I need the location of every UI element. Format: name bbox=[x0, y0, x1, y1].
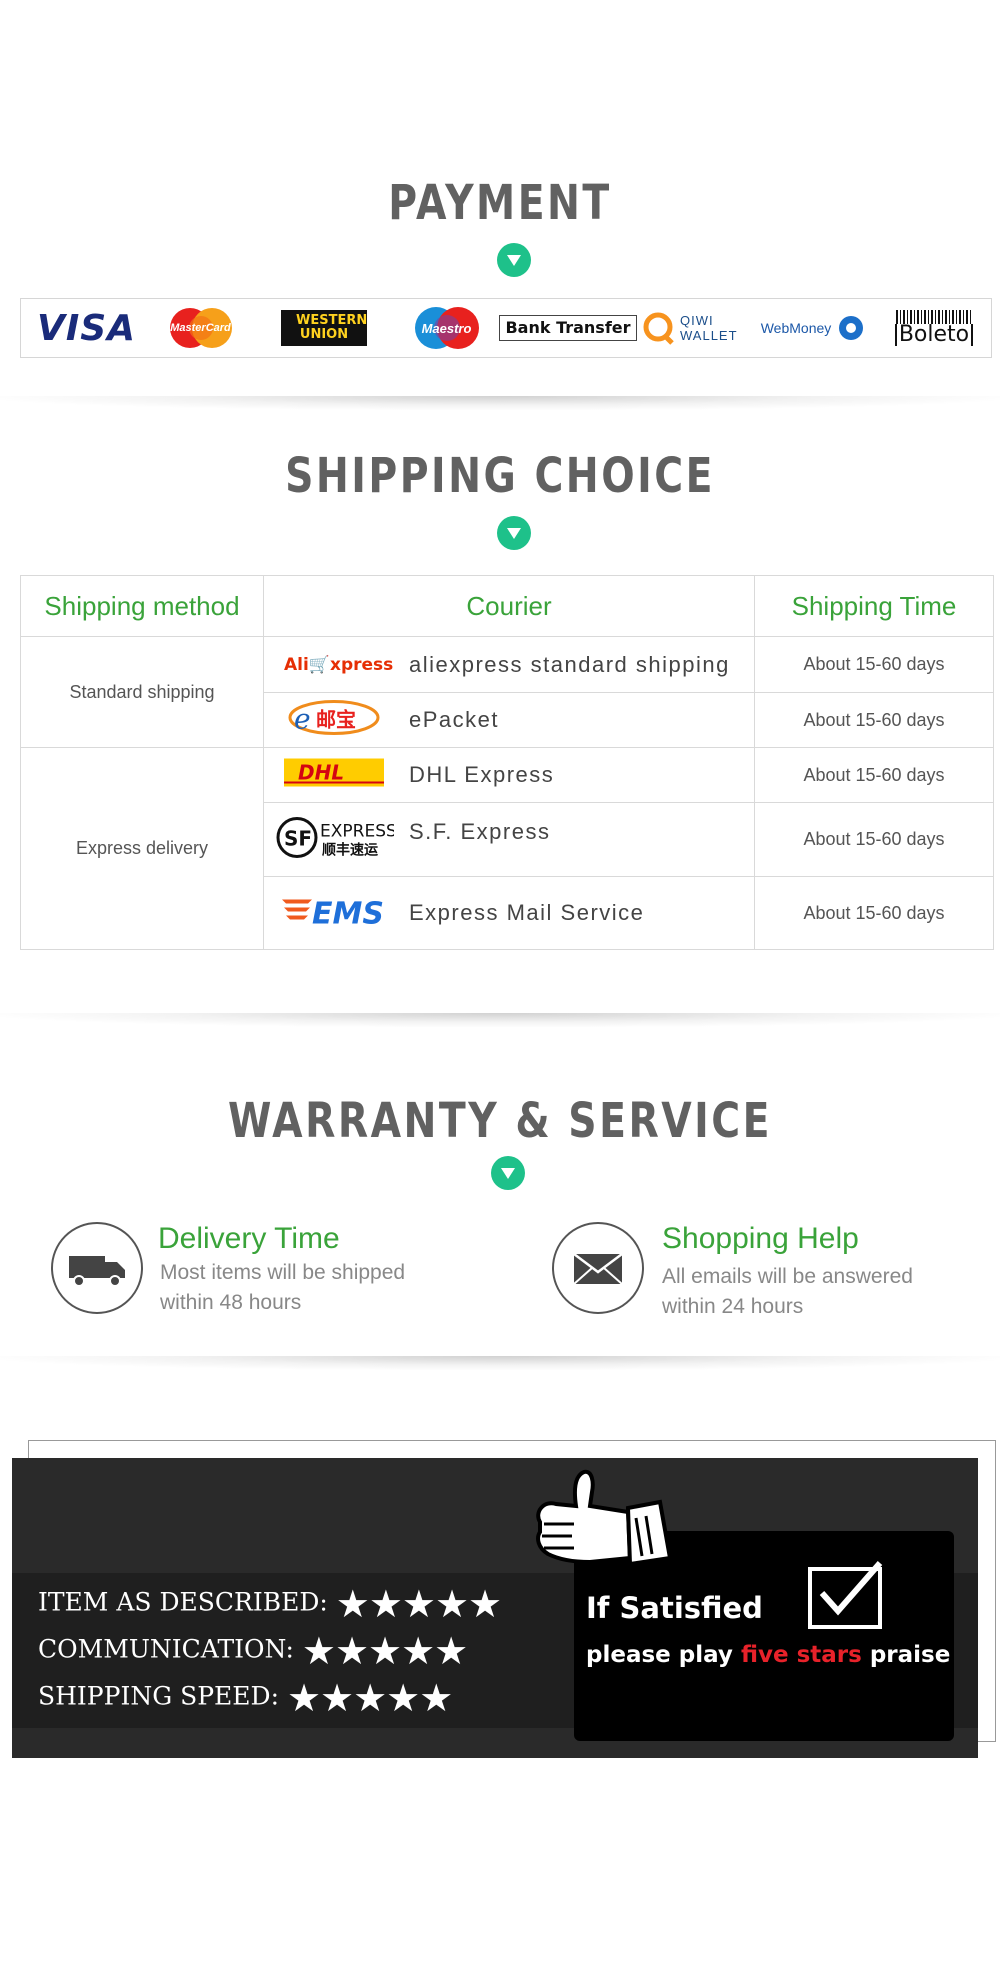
sf-express-logo: SF EXPRESS 顺丰速运 bbox=[276, 815, 397, 864]
rating-communication: COMMUNICATION: ★★★★★ bbox=[38, 1629, 468, 1673]
visa-logo: VISA bbox=[36, 307, 137, 349]
epacket-logo: e 邮宝 bbox=[284, 699, 382, 742]
section-divider bbox=[0, 1356, 1000, 1370]
courier-cell: Ali🛒xpress aliexpress standard shipping bbox=[263, 636, 755, 693]
boleto-logo: Boleto bbox=[889, 305, 979, 351]
truck-icon bbox=[51, 1222, 143, 1314]
webmoney-logo: WebMoney bbox=[753, 305, 873, 351]
shopping-help-text: All emails will be answered within 24 ho… bbox=[662, 1265, 913, 1318]
table-row: Express delivery DHL DHL Express About 1… bbox=[20, 747, 994, 950]
delivery-time-text: Most items will be shipped within 48 hou… bbox=[160, 1261, 406, 1314]
five-stars-praise-text: please play five stars praise bbox=[586, 1642, 951, 1668]
time-cell: About 15-60 days bbox=[754, 802, 994, 877]
method-standard-shipping: Standard shipping bbox=[20, 636, 264, 748]
envelope-icon bbox=[552, 1222, 644, 1314]
delivery-time-title: Delivery Time bbox=[158, 1222, 340, 1255]
header-shipping-time: Shipping Time bbox=[754, 575, 994, 637]
time-cell: About 15-60 days bbox=[754, 692, 994, 748]
courier-cell: EMS Express Mail Service bbox=[263, 876, 755, 950]
bank-transfer-logo: Bank Transfer bbox=[499, 305, 637, 351]
svg-text:SF: SF bbox=[284, 826, 312, 850]
maestro-logo: Maestro bbox=[409, 305, 484, 351]
time-cell: About 15-60 days bbox=[754, 636, 994, 693]
shipping-title: SHIPPING CHOICE bbox=[285, 448, 715, 504]
down-arrow-icon bbox=[491, 1156, 525, 1190]
dhl-logo: DHL bbox=[284, 758, 384, 792]
table-row: Standard shipping Ali🛒xpress aliexpress … bbox=[20, 636, 994, 748]
rating-item-as-described: ITEM AS DESCRIBED: ★★★★★ bbox=[38, 1582, 502, 1626]
svg-text:顺丰速运: 顺丰速运 bbox=[322, 841, 378, 858]
shipping-table: Shipping method Courier Shipping Time St… bbox=[20, 575, 994, 950]
table-header-row: Shipping method Courier Shipping Time bbox=[20, 575, 994, 637]
header-shipping-method: Shipping method bbox=[20, 575, 264, 637]
time-cell: About 15-60 days bbox=[754, 876, 994, 950]
time-cell: About 15-60 days bbox=[754, 747, 994, 803]
rating-shipping-speed: SHIPPING SPEED: ★★★★★ bbox=[38, 1676, 453, 1720]
courier-cell: DHL DHL Express bbox=[263, 747, 755, 803]
courier-cell: SF EXPRESS 顺丰速运 S.F. Express bbox=[263, 802, 755, 877]
ems-logo: EMS bbox=[280, 894, 392, 933]
checkbox-icon bbox=[808, 1561, 883, 1629]
qiwi-wallet-logo: QIWI WALLET bbox=[639, 305, 739, 351]
header-courier: Courier bbox=[263, 575, 755, 637]
five-star-icon: ★★★★★ bbox=[335, 1582, 502, 1626]
aliexpress-logo: Ali🛒xpress bbox=[284, 654, 394, 675]
warranty-title: WARRANTY & SERVICE bbox=[228, 1093, 772, 1149]
svg-text:DHL: DHL bbox=[298, 761, 344, 785]
mastercard-logo: MasterCard bbox=[163, 305, 238, 351]
payment-logos-bar: VISA MasterCard WESTERN UNION Maestro Ba… bbox=[20, 298, 992, 358]
section-divider bbox=[0, 396, 1000, 410]
courier-cell: e 邮宝 ePacket bbox=[263, 692, 755, 748]
svg-text:EMS: EMS bbox=[312, 897, 384, 928]
svg-text:EXPRESS: EXPRESS bbox=[320, 821, 394, 841]
five-star-icon: ★★★★★ bbox=[286, 1676, 453, 1720]
down-arrow-icon bbox=[497, 516, 531, 550]
method-express-delivery: Express delivery bbox=[20, 747, 264, 950]
thumbs-up-icon bbox=[530, 1462, 680, 1587]
svg-text:邮宝: 邮宝 bbox=[316, 708, 356, 732]
shopping-help-title: Shopping Help bbox=[662, 1222, 859, 1255]
svg-text:e: e bbox=[294, 703, 311, 736]
section-divider bbox=[0, 1013, 1000, 1027]
down-arrow-icon bbox=[497, 243, 531, 277]
payment-title: PAYMENT bbox=[388, 175, 612, 231]
five-star-icon: ★★★★★ bbox=[301, 1629, 468, 1673]
western-union-logo: WESTERN UNION bbox=[279, 305, 369, 351]
if-satisfied-text: If Satisfied bbox=[586, 1591, 763, 1625]
